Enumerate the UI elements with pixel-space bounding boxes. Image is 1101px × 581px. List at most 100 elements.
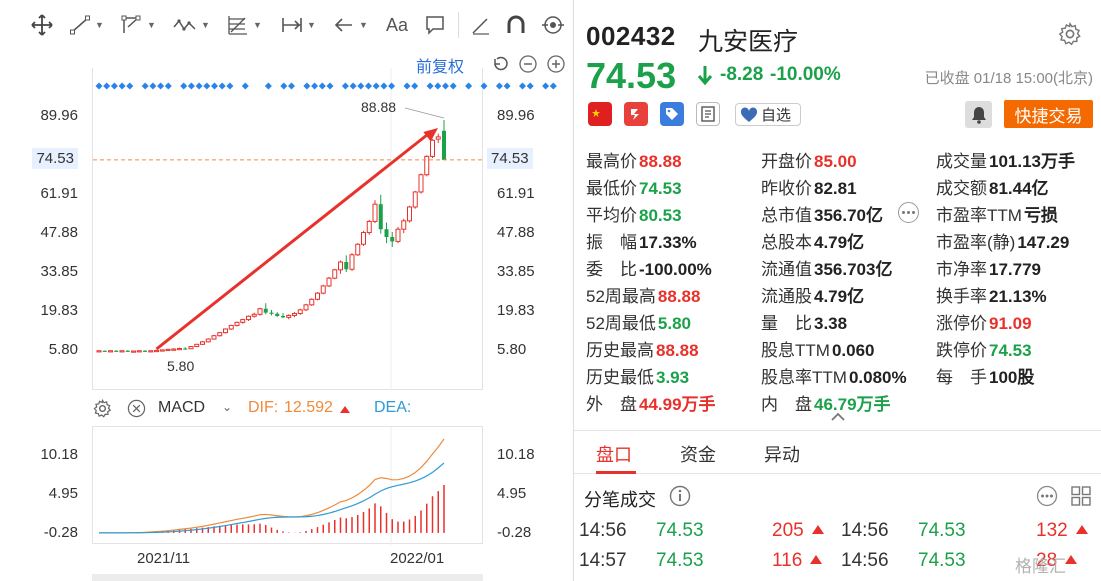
tab-fund-flow[interactable]: 资金 (680, 441, 716, 467)
kline-plot-area[interactable]: 88.88 5.80 (92, 68, 557, 390)
indicator-dropdown[interactable]: ⌄ (222, 400, 232, 414)
stat-label: 股息TTM (761, 341, 830, 360)
candle-body (303, 304, 309, 311)
quote-stat: 历史最高 88.88 (586, 336, 699, 361)
event-diamond-marker[interactable] (187, 82, 195, 90)
event-diamond-marker[interactable] (365, 82, 372, 90)
event-diamond-marker[interactable] (110, 82, 118, 90)
event-diamond-marker[interactable] (357, 82, 365, 90)
polyline-tool[interactable]: ▼ (120, 12, 156, 38)
event-diamond-marker[interactable] (288, 82, 295, 90)
candle-body (200, 341, 205, 345)
price-alert-button[interactable] (965, 101, 992, 128)
candle-body (165, 348, 171, 352)
text-tool[interactable]: Aa (386, 12, 408, 38)
event-diamond-marker[interactable] (526, 82, 534, 90)
event-diamond-marker[interactable] (141, 82, 149, 90)
note-tool[interactable] (424, 12, 446, 38)
pencil-icon (472, 18, 489, 35)
event-diamond-marker[interactable] (164, 82, 172, 90)
info-icon[interactable] (669, 485, 691, 507)
chart-scrollbar[interactable] (92, 574, 483, 581)
event-diamond-marker[interactable] (103, 82, 111, 90)
event-diamond-marker[interactable] (480, 82, 488, 90)
zoom-out-button[interactable] (519, 55, 537, 73)
event-diamond-marker[interactable] (349, 82, 357, 90)
event-diamond-marker[interactable] (380, 82, 388, 90)
event-diamond-marker[interactable] (218, 82, 226, 90)
reset-button[interactable] (491, 55, 509, 73)
event-diamond-marker[interactable] (434, 82, 442, 90)
add-watchlist-button[interactable]: 自选 (735, 103, 801, 126)
fibonacci-tool[interactable]: ▼ (226, 12, 262, 38)
measure-tool[interactable]: ▼ (280, 12, 316, 38)
indicator-settings-button[interactable] (93, 398, 112, 423)
event-diamond-marker[interactable] (241, 82, 249, 90)
candle-body (154, 349, 159, 353)
event-diamond-marker[interactable] (519, 82, 526, 90)
watermark: 格隆汇 (1015, 557, 1066, 576)
quote-settings-button[interactable] (1058, 21, 1082, 51)
event-diamond-marker[interactable] (149, 82, 157, 90)
tab-order-book[interactable]: 盘口 (596, 441, 632, 467)
event-diamond-marker[interactable] (403, 82, 411, 90)
quick-trade-button[interactable]: 快捷交易 (1004, 100, 1093, 128)
crosshair-tool[interactable] (30, 12, 54, 38)
line-tool[interactable]: ▼ (68, 12, 104, 38)
tick-price: 74.53 (918, 550, 966, 571)
arrow-left-icon (334, 18, 352, 32)
event-diamond-marker[interactable] (549, 82, 557, 90)
event-diamond-marker[interactable] (426, 82, 434, 90)
up-arrow-icon (811, 525, 824, 534)
event-diamond-marker[interactable] (311, 82, 319, 90)
event-diamond-marker[interactable] (157, 82, 165, 90)
stat-value: 44.99万手 (639, 395, 716, 414)
event-diamond-marker[interactable] (118, 82, 126, 90)
grid-layout-icon[interactable] (1070, 485, 1092, 507)
event-diamond-marker[interactable] (495, 82, 503, 90)
wave-tool[interactable]: ▼ (172, 12, 210, 38)
quote-stat: 市盈率TTM 亏损 (936, 201, 1058, 226)
tab-anomaly[interactable]: 异动 (764, 441, 800, 467)
event-diamond-marker[interactable] (280, 82, 288, 90)
event-diamond-marker[interactable] (264, 82, 272, 90)
zoom-in-button[interactable] (547, 55, 565, 73)
pen-tool[interactable] (470, 12, 492, 38)
event-diamond-marker[interactable] (318, 82, 326, 90)
stat-value: 85.00 (814, 152, 857, 171)
event-diamond-marker[interactable] (203, 82, 211, 90)
market-status: 已收盘 01/18 15:00(北京) (924, 70, 1093, 87)
event-diamond-marker[interactable] (449, 82, 457, 90)
tag-icon[interactable] (660, 102, 684, 126)
arrow-tool[interactable]: ▼ (332, 12, 368, 38)
event-diamond-marker[interactable] (442, 82, 449, 90)
drawing-toolbar: ▼ ▼ ▼ ▼ ▼ ▼ Aa (0, 0, 573, 50)
magnet-tool[interactable] (505, 12, 527, 38)
event-diamond-marker[interactable] (180, 82, 188, 90)
lock-tool[interactable] (540, 12, 566, 38)
event-diamond-marker[interactable] (503, 82, 511, 90)
event-diamond-marker[interactable] (465, 82, 473, 90)
chevron-down-icon: ▼ (359, 20, 368, 30)
event-diamond-marker[interactable] (411, 82, 419, 90)
event-diamond-marker[interactable] (326, 82, 334, 90)
quote-stat: 流通股 4.79亿 (761, 282, 864, 307)
event-diamond-marker[interactable] (372, 82, 380, 90)
more-icon[interactable] (1036, 485, 1058, 507)
event-diamond-marker[interactable] (95, 82, 103, 90)
event-diamond-marker[interactable] (542, 82, 550, 90)
event-diamond-marker[interactable] (303, 82, 311, 90)
macd-plot-area[interactable] (92, 426, 483, 545)
event-diamond-marker[interactable] (341, 82, 349, 90)
magnet-icon (507, 15, 525, 33)
notes-icon[interactable] (696, 102, 720, 126)
event-diamond-marker[interactable] (226, 82, 234, 90)
more-options-button[interactable] (898, 202, 919, 223)
event-diamond-marker[interactable] (388, 82, 396, 90)
crosshair-icon (31, 14, 53, 36)
event-diamond-marker[interactable] (126, 82, 134, 90)
event-diamond-marker[interactable] (195, 82, 203, 90)
indicator-close-button[interactable] (127, 399, 146, 423)
chevron-up-icon[interactable] (830, 412, 846, 422)
event-diamond-marker[interactable] (211, 82, 218, 90)
